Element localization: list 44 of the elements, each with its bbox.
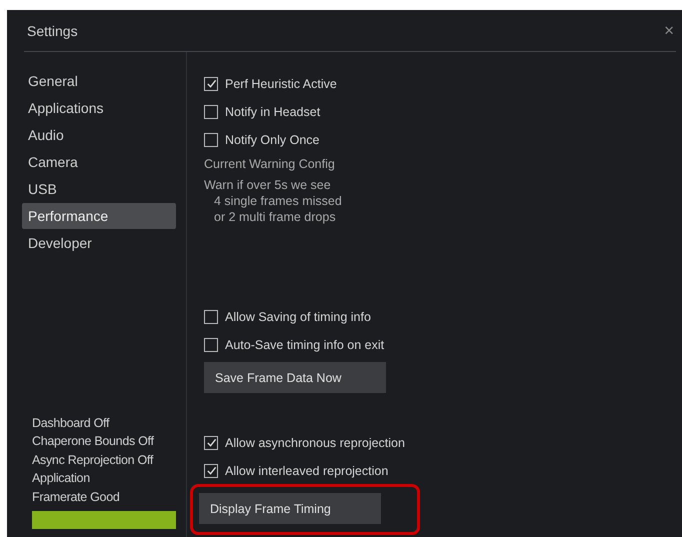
- checkmark-icon: [206, 78, 216, 89]
- checkbox-label: Allow asynchronous reprojection: [225, 436, 405, 450]
- checkbox-label: Allow interleaved reprojection: [225, 464, 388, 478]
- checkbox-row[interactable]: Allow asynchronous reprojection: [204, 433, 405, 452]
- warning-text: or 2 multi frame drops: [213, 209, 337, 225]
- checkbox-label: Allow Saving of timing info: [225, 310, 371, 324]
- checkmark-icon: [206, 437, 216, 448]
- sidebar-item[interactable]: General: [22, 68, 176, 94]
- sidebar-item[interactable]: Developer: [22, 230, 176, 256]
- section-heading: Current Warning Config: [204, 157, 335, 171]
- sidebar-item[interactable]: USB: [22, 176, 176, 202]
- sidebar-item[interactable]: Audio: [22, 122, 176, 148]
- save-frame-data-button[interactable]: Save Frame Data Now: [204, 362, 386, 393]
- checkbox-row[interactable]: Notify Only Once: [204, 130, 337, 149]
- sidebar-item[interactable]: Camera: [22, 149, 176, 175]
- checkbox[interactable]: [204, 338, 218, 352]
- checkbox-label: Notify in Headset: [225, 104, 320, 118]
- checkbox-row[interactable]: Auto-Save timing info on exit: [204, 335, 384, 354]
- warning-text: 4 single frames missed: [213, 193, 342, 209]
- checkbox-row[interactable]: Perf Heuristic Active: [204, 74, 337, 93]
- checkbox[interactable]: [204, 76, 218, 90]
- checkbox[interactable]: [204, 310, 218, 324]
- checkbox-label: Auto-Save timing info on exit: [225, 338, 384, 352]
- checkbox-row[interactable]: Notify in Headset: [204, 102, 337, 121]
- sidebar-item[interactable]: Performance: [22, 203, 176, 229]
- checkbox-label: Notify Only Once: [225, 132, 320, 146]
- status-text: Chaperone Bounds Off: [32, 434, 155, 448]
- warning-text: Warn if over 5s we see: [204, 177, 332, 193]
- status-text: Async Reprojection Off: [32, 452, 154, 466]
- checkbox-row[interactable]: Allow interleaved reprojection: [204, 461, 405, 480]
- status-text: Framerate Good: [32, 490, 121, 504]
- display-frame-timing-button[interactable]: Display Frame Timing: [199, 493, 381, 524]
- sidebar-item[interactable]: Applications: [22, 95, 176, 121]
- checkbox-label: Perf Heuristic Active: [225, 76, 337, 90]
- checkbox[interactable]: [204, 132, 218, 146]
- checkbox[interactable]: [204, 464, 218, 478]
- checkbox[interactable]: [204, 436, 218, 450]
- status-text: Dashboard Off: [32, 416, 110, 430]
- checkbox-row[interactable]: Allow Saving of timing info: [204, 307, 384, 326]
- window-title: Settings: [27, 22, 78, 38]
- checkbox[interactable]: [204, 104, 218, 118]
- status-text: Application: [32, 471, 91, 485]
- checkmark-icon: [206, 465, 216, 476]
- close-button[interactable]: ×: [662, 20, 676, 40]
